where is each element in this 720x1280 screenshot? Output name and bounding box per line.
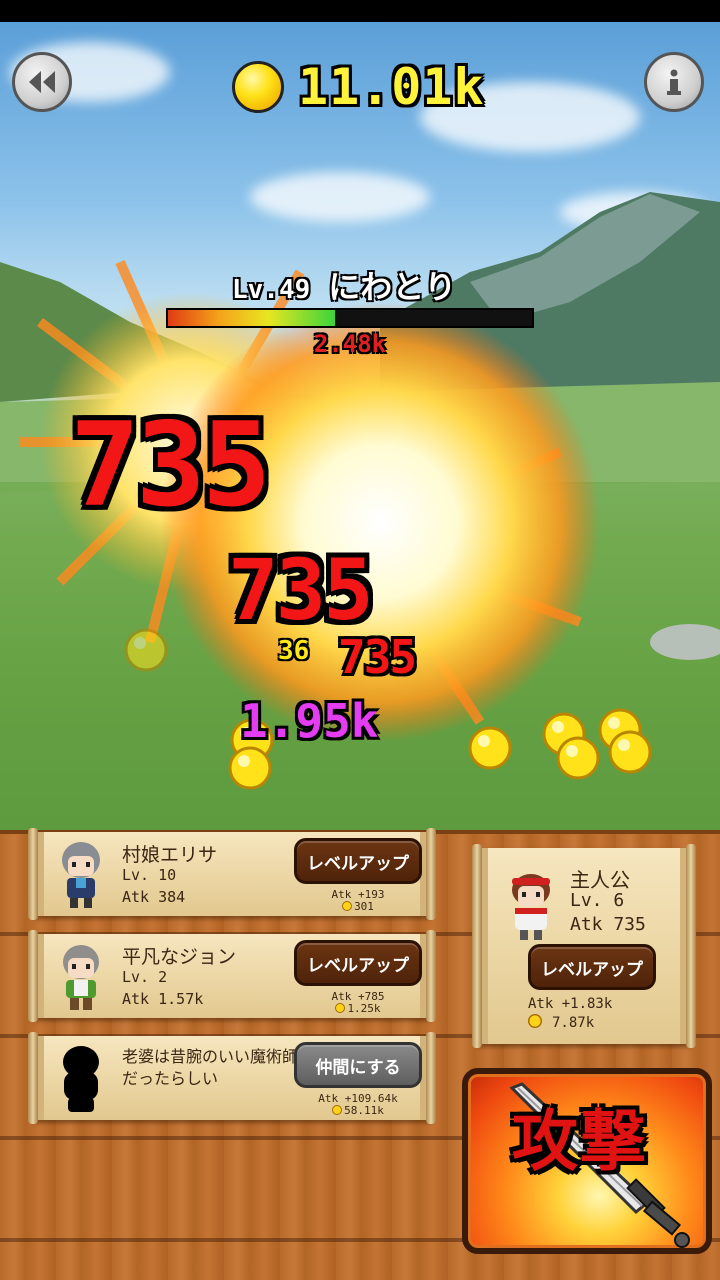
upgrade-cost-value: 301	[354, 900, 374, 913]
ally-level: Lv. 10	[122, 866, 177, 884]
ally-attack: Atk 1.57k	[122, 990, 204, 1008]
upgrade-cost: 301	[294, 900, 422, 913]
ally-avatar-elisa	[62, 842, 100, 908]
upgrade-cost: 58.11k	[294, 1104, 422, 1117]
damage-number-big: 735	[70, 398, 272, 533]
level-up-button[interactable]: レベルアップ	[294, 838, 422, 884]
hero-upgrade-atk-gain: Atk +1.83k	[528, 996, 613, 1012]
enemy-label: Lv.49 にわとり	[232, 262, 456, 308]
coin-drop	[608, 730, 652, 774]
damage-number-yellow: 36	[278, 636, 310, 666]
damage-number-small: 735	[338, 630, 417, 684]
enemy-hp-bar	[166, 308, 534, 328]
coin-drop	[124, 628, 168, 672]
recruit-button[interactable]: 仲間にする	[294, 1042, 422, 1088]
coin-drop	[556, 736, 600, 780]
battle-scene[interactable]: 11.01k Lv.49 にわとり 2.48k 735 735 36 735 1…	[0, 22, 720, 830]
ally-name: 平凡なジョン	[122, 946, 237, 968]
attack-button[interactable]: 攻撃	[462, 1068, 712, 1254]
damage-number-mid: 735	[228, 541, 374, 639]
ally-avatar-john	[63, 945, 99, 1010]
status-bar	[0, 0, 720, 22]
coin-icon	[332, 1105, 343, 1115]
info-button[interactable]	[644, 52, 704, 112]
damage-number-purple: 1.95k	[240, 694, 379, 748]
ally-name: 村娘エリサ	[122, 844, 218, 866]
ally-card-locked: 老婆は昔腕のいい魔術師だったらしい 仲間にする Atk +109.64k 58.…	[28, 1032, 436, 1124]
rewind-icon	[29, 71, 55, 93]
ally-attack: Atk 384	[122, 888, 186, 906]
hero-attack: Atk 735	[570, 914, 646, 935]
coin-icon	[232, 61, 284, 113]
upgrade-cost: 1.25k	[294, 1002, 422, 1015]
coin-icon	[335, 1003, 346, 1013]
ally-level: Lv. 2	[122, 968, 168, 986]
enemy-hp-text: 2.48k	[313, 330, 387, 358]
coin-icon	[528, 1014, 542, 1028]
hero-level: Lv. 6	[570, 890, 625, 911]
hero-upgrade-cost: 7.87k	[528, 1014, 678, 1031]
hero-level-up-button[interactable]: レベルアップ	[528, 944, 656, 990]
level-up-button[interactable]: レベルアップ	[294, 940, 422, 986]
coin-total: 11.01k	[232, 58, 485, 116]
ally-card-elisa: 村娘エリサ Lv. 10 Atk 384 レベルアップ Atk +193 301	[28, 828, 436, 920]
hero-name: 主人公	[570, 868, 630, 892]
ally-description: 老婆は昔腕のいい魔術師だったらしい	[122, 1047, 299, 1088]
coin-drop	[468, 726, 512, 770]
upgrade-cost-value: 1.25k	[347, 1002, 381, 1015]
back-button[interactable]	[12, 52, 72, 112]
enemy-hp-fill	[168, 310, 336, 326]
hero-card: 主人公 Lv. 6 Atk 735 レベルアップ Atk +1.83k 7.87…	[472, 844, 696, 1048]
enemy-level: Lv.49	[232, 275, 311, 305]
attack-label: 攻撃	[512, 1103, 648, 1180]
coin-drop	[228, 746, 272, 790]
enemy-name: にわとり	[328, 268, 457, 306]
locked-silhouette-icon	[63, 1046, 99, 1112]
ally-card-john: 平凡なジョン Lv. 2 Atk 1.57k レベルアップ Atk +785 1…	[28, 930, 436, 1022]
coin-icon	[342, 901, 353, 911]
coin-amount: 11.01k	[298, 58, 485, 116]
hero-upgrade-cost-value: 7.87k	[552, 1015, 595, 1031]
info-icon	[667, 69, 681, 95]
upgrade-cost-value: 58.11k	[344, 1104, 384, 1117]
hero-avatar	[512, 874, 550, 940]
